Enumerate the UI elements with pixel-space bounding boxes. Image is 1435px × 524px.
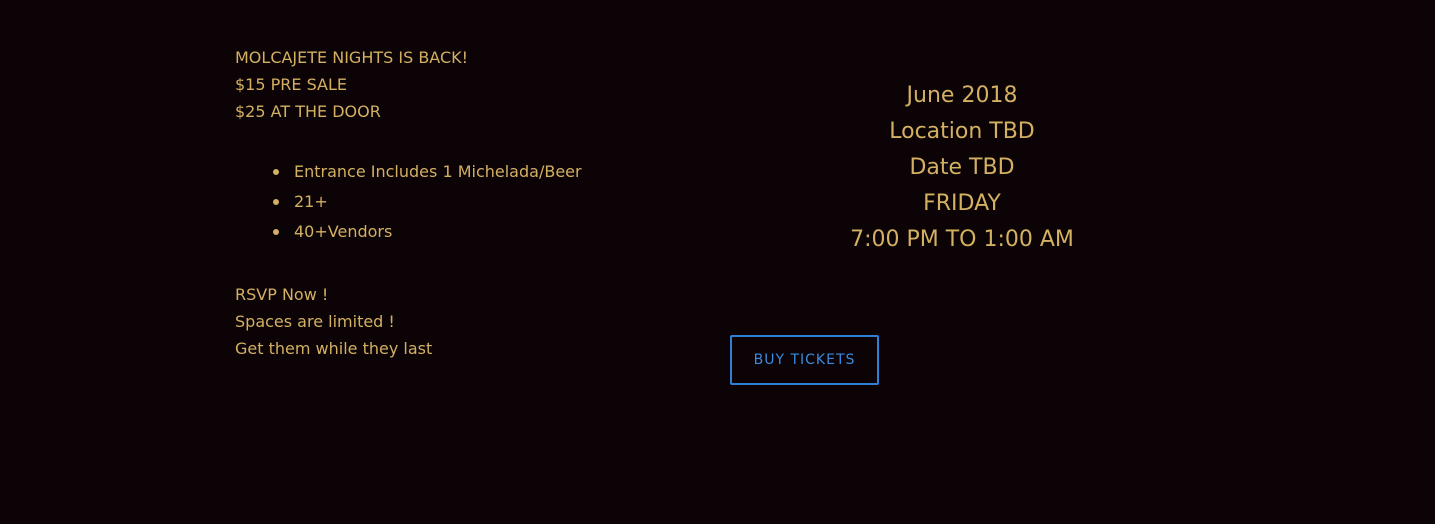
event-date: Date TBD: [909, 155, 1015, 180]
bullet-icon: [273, 169, 279, 175]
rsvp-line: RSVP Now !: [235, 285, 329, 304]
rsvp-line: Spaces are limited !: [235, 312, 395, 331]
event-location: Location TBD: [889, 119, 1035, 144]
event-description: MOLCAJETE NIGHTS IS BACK! $15 PRE SALE $…: [235, 44, 695, 362]
feature-text: 40+Vendors: [294, 222, 393, 241]
event-details: June 2018 Location TBD Date TBD FRIDAY 7…: [762, 78, 1162, 258]
bullet-icon: [273, 199, 279, 205]
list-item: 40+Vendors: [273, 217, 695, 247]
list-item: Entrance Includes 1 Michelada/Beer: [273, 157, 695, 187]
presale-price: $15 PRE SALE: [235, 75, 348, 94]
feature-text: 21+: [294, 192, 328, 211]
rsvp-block: RSVP Now ! Spaces are limited ! Get them…: [235, 281, 695, 362]
event-month: June 2018: [906, 83, 1018, 108]
list-item: 21+: [273, 187, 695, 217]
door-price: $25 AT THE DOOR: [235, 102, 381, 121]
event-time: 7:00 PM TO 1:00 AM: [850, 227, 1074, 252]
feature-text: Entrance Includes 1 Michelada/Beer: [294, 162, 582, 181]
bullet-icon: [273, 229, 279, 235]
rsvp-line: Get them while they last: [235, 339, 433, 358]
event-headline: MOLCAJETE NIGHTS IS BACK!: [235, 48, 469, 67]
event-day: FRIDAY: [923, 191, 1001, 216]
feature-list: Entrance Includes 1 Michelada/Beer 21+ 4…: [235, 157, 695, 247]
buy-tickets-button[interactable]: BUY TICKETS: [730, 335, 879, 385]
